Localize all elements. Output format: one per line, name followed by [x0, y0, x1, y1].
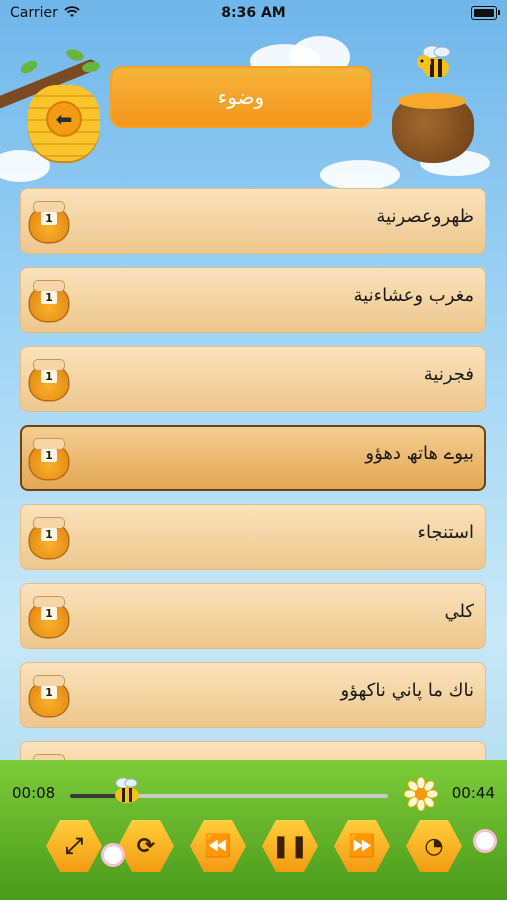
topic-list: 1 ظهروعصرنية 1 مغرب وعشاءنية 1 فجرنية 1 بيوے ها… [20, 188, 488, 788]
jar-badge-count: 1 [41, 528, 57, 541]
cloud [320, 160, 400, 190]
battery-icon [471, 6, 500, 20]
list-item[interactable]: 1 بيوے هاتھ دهؤو [20, 425, 486, 491]
speed-button[interactable]: ◔ [406, 820, 462, 872]
list-item[interactable]: 1 مغرب وعشاءنية [20, 267, 486, 333]
page-title: وضوء [110, 66, 372, 128]
repeat-button[interactable]: ⟳ [118, 820, 174, 872]
jar-badge-count: 1 [41, 291, 57, 304]
flower-decoration [476, 832, 494, 850]
list-item[interactable]: 1 ناك ما پاني ناكهؤو [20, 662, 486, 728]
list-item[interactable]: 1 ظهروعصرنية [20, 188, 486, 254]
list-item-label: كلي [444, 601, 474, 622]
honey-pot-decoration [392, 93, 474, 163]
list-item-label: بيوے هاتھ دهؤو [365, 443, 474, 464]
player-controls: ⤢ ⟳ ⏪ ❚❚ ⏩ ◔ [0, 820, 507, 876]
list-item[interactable]: 1 استنجاء [20, 504, 486, 570]
rewind-icon: ⏪ [204, 833, 232, 859]
status-bar: Carrier 8:36 AM [0, 0, 507, 28]
bee-mascot-icon [417, 45, 451, 78]
list-item-label: ظهروعصرنية [376, 206, 474, 227]
list-item-label: ناك ما پاني ناكهؤو [340, 680, 474, 701]
fullscreen-icon: ⤢ [65, 833, 83, 859]
fast-forward-icon: ⏩ [348, 833, 376, 859]
fullscreen-button[interactable]: ⤢ [46, 820, 102, 872]
speed-icon: ◔ [424, 833, 444, 859]
elapsed-time: 00:08 [12, 784, 56, 802]
leaf [18, 58, 40, 76]
jar-badge-count: 1 [41, 370, 57, 383]
honey-jar-icon: 1 [28, 674, 70, 716]
honey-jar-icon: 1 [28, 516, 70, 558]
list-item-label: فجرنية [423, 364, 474, 385]
leaf [64, 47, 86, 63]
clock: 8:36 AM [221, 5, 286, 21]
jar-badge-count: 1 [41, 686, 57, 699]
back-arrow-icon: ⬅ [48, 103, 80, 135]
audio-player: 00:08 00:44 [0, 775, 507, 815]
list-item-label: مغرب وعشاءنية [353, 285, 474, 306]
flower-decoration [104, 846, 122, 864]
back-button[interactable]: ⬅ [28, 85, 100, 161]
page-title-text: وضوء [217, 85, 265, 109]
pause-icon: ❚❚ [271, 833, 309, 859]
jar-badge-count: 1 [41, 212, 57, 225]
bee-slider-thumb-icon[interactable] [109, 773, 145, 809]
pause-button[interactable]: ❚❚ [262, 820, 318, 872]
fast-forward-button[interactable]: ⏩ [334, 820, 390, 872]
honey-jar-icon: 1 [28, 358, 70, 400]
honey-jar-icon: 1 [28, 595, 70, 637]
honey-jar-icon: 1 [28, 437, 70, 479]
daisy-icon [404, 777, 438, 811]
list-item-label: استنجاء [417, 522, 474, 543]
jar-badge-count: 1 [41, 449, 57, 462]
jar-badge-count: 1 [41, 607, 57, 620]
list-item[interactable]: 1 كلي [20, 583, 486, 649]
honey-jar-icon: 1 [28, 279, 70, 321]
duration-time: 00:44 [451, 784, 495, 802]
repeat-icon: ⟳ [136, 833, 156, 859]
list-item[interactable]: 1 فجرنية [20, 346, 486, 412]
honey-jar-icon: 1 [28, 200, 70, 242]
rewind-button[interactable]: ⏪ [190, 820, 246, 872]
